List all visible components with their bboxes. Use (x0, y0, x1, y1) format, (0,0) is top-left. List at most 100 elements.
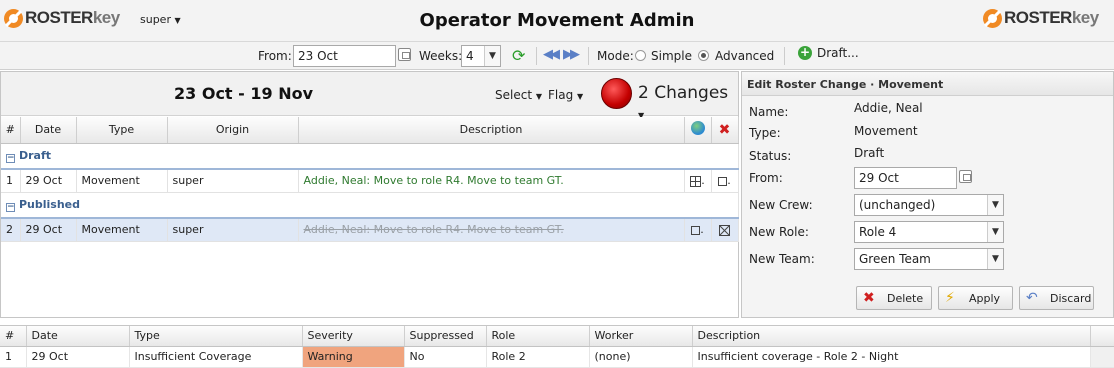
row-description: Addie, Neal: Move to role R4. Move to te… (298, 217, 685, 242)
discard-button-label: Discard (1050, 291, 1092, 305)
calendar-icon[interactable] (398, 48, 411, 61)
scrollbar-track[interactable] (1090, 346, 1114, 368)
calendar-icon[interactable] (959, 170, 972, 183)
column-header[interactable]: Description (298, 117, 685, 144)
rosterkey-logo-left[interactable]: ROSTER key (4, 8, 120, 28)
row-number: 2 (1, 217, 21, 242)
publish-cell[interactable]: . (684, 217, 712, 242)
undo-icon: ↶ (1026, 290, 1038, 306)
publish-cell[interactable]: . (684, 169, 712, 193)
weeks-value: 4 (466, 49, 474, 63)
new-team-select[interactable]: Green Team ▼ (854, 248, 1004, 270)
type-label: Type: (749, 126, 781, 140)
from-label: From: (258, 49, 292, 63)
toolbar-divider (536, 47, 537, 65)
select-menu[interactable]: Select ▼ (495, 88, 542, 102)
mode-advanced-label[interactable]: Advanced (715, 49, 774, 63)
select-menu-label: Select (495, 88, 533, 102)
flag-menu[interactable]: Flag ▼ (548, 88, 583, 102)
column-header[interactable]: # (0, 326, 27, 347)
mode-simple-radio[interactable] (635, 50, 646, 61)
group-row-draft[interactable]: − Draft (1, 143, 739, 170)
logo-text-roster: ROSTER (25, 8, 93, 27)
column-header[interactable]: Date (20, 117, 77, 144)
column-header[interactable]: Date (26, 326, 130, 347)
row-date: 29 Oct (20, 169, 77, 193)
column-header[interactable]: Worker (589, 326, 693, 347)
row-date: 29 Oct (20, 217, 77, 242)
draft-button-label: Draft... (817, 46, 859, 60)
delete-icon: ✖ (863, 290, 875, 306)
user-menu[interactable]: super ▼ (140, 13, 181, 26)
app-header: ROSTER key super ▼ Operator Movement Admi… (0, 0, 1114, 42)
new-crew-select[interactable]: (unchanged) ▼ (854, 194, 1004, 216)
publish-all-column[interactable] (684, 117, 712, 144)
column-header[interactable]: Origin (167, 117, 299, 144)
globe-icon[interactable] (690, 121, 705, 136)
delete-cell[interactable]: . (711, 169, 739, 193)
checkbox-icon[interactable] (691, 225, 701, 235)
column-header[interactable]: Suppressed (404, 326, 487, 347)
column-header[interactable]: Severity (302, 326, 405, 347)
row-worker: (none) (589, 346, 693, 368)
mode-simple-label[interactable]: Simple (651, 49, 692, 63)
row-type: Movement (76, 217, 168, 242)
column-header[interactable]: Role (486, 326, 590, 347)
mode-label: Mode: (597, 49, 634, 63)
collapse-icon[interactable]: − (6, 153, 15, 163)
row-suppressed: No (404, 346, 487, 368)
chevron-down-icon: ▼ (987, 195, 1003, 215)
delete-button[interactable]: ✖ Delete (856, 286, 932, 310)
publish-grid-icon[interactable] (690, 175, 702, 187)
logo-text-key: key (1071, 8, 1099, 27)
delete-all-column[interactable]: ✖ (711, 117, 739, 144)
mode-advanced-radio[interactable] (698, 50, 709, 61)
discard-button[interactable]: ↶ Discard (1019, 286, 1094, 310)
refresh-icon[interactable]: ⟳ (512, 46, 525, 65)
new-crew-value: (unchanged) (859, 198, 936, 212)
rosterkey-logo-right[interactable]: ROSTER key (983, 8, 1099, 28)
checkbox-icon[interactable] (718, 176, 728, 186)
apply-button[interactable]: ⚡ Apply (938, 286, 1013, 310)
column-header[interactable]: Type (129, 326, 303, 347)
status-value: Draft (854, 146, 885, 160)
row-number: 1 (1, 169, 21, 193)
status-label: Status: (749, 149, 792, 163)
name-label: Name: (749, 105, 789, 119)
row-date: 29 Oct (26, 346, 130, 368)
draft-button[interactable]: + Draft... (798, 46, 859, 60)
type-value: Movement (854, 124, 918, 138)
from-date-field[interactable]: 29 Oct (854, 167, 957, 189)
row-description: Addie, Neal: Move to role R4. Move to te… (298, 169, 685, 193)
chevron-down-icon: ▼ (174, 16, 181, 25)
chevron-down-icon: ▼ (484, 46, 500, 66)
edit-roster-change-panel: Edit Roster Change · Movement Name: Addi… (741, 71, 1114, 318)
delete-icon[interactable]: ✖ (719, 122, 731, 138)
chevron-down-icon: ▼ (535, 92, 543, 101)
column-header[interactable]: Type (76, 117, 168, 144)
column-header[interactable]: # (1, 117, 21, 144)
table-row[interactable]: 2 29 Oct Movement super Addie, Neal: Mov… (1, 217, 739, 242)
from-label: From: (749, 171, 783, 185)
row-number: 1 (0, 346, 27, 368)
add-icon: + (798, 45, 812, 60)
new-role-select[interactable]: Role 4 ▼ (854, 221, 1004, 243)
column-header[interactable]: Description (692, 326, 1091, 347)
collapse-icon[interactable]: − (6, 202, 15, 212)
table-row[interactable]: 1 29 Oct Insufficient Coverage Warning N… (0, 346, 1114, 368)
flag-menu-label: Flag (548, 88, 574, 102)
next-period-icon[interactable]: ▶▶ (563, 47, 580, 62)
row-type: Insufficient Coverage (129, 346, 303, 368)
table-header-row: # Date Type Origin Description ✖ (1, 117, 739, 144)
new-role-value: Role 4 (859, 225, 897, 239)
previous-period-icon[interactable]: ◀◀ (543, 47, 560, 62)
delete-cell[interactable] (711, 217, 739, 242)
delete-checked-icon[interactable] (719, 224, 730, 236)
group-row-published[interactable]: − Published (1, 192, 739, 219)
from-date-input[interactable]: 23 Oct (293, 45, 396, 67)
table-row[interactable]: 1 29 Oct Movement super Addie, Neal: Mov… (1, 169, 739, 193)
weeks-select[interactable]: 4 ▼ (461, 45, 501, 67)
scrollbar-header (1090, 326, 1114, 347)
changes-status-icon (601, 78, 632, 109)
severity-badge: Warning (302, 346, 405, 368)
